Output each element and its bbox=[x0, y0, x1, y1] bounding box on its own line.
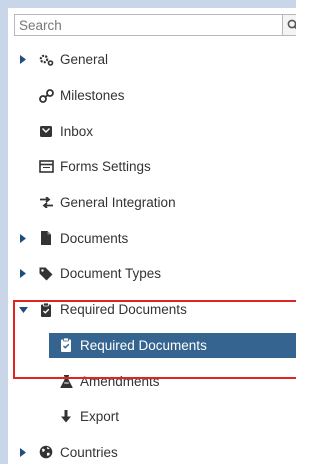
integration-icon bbox=[38, 195, 54, 211]
tree-item-label: Required Documents bbox=[80, 337, 207, 353]
tree-item-required-documents-child[interactable]: Required Documents bbox=[8, 328, 296, 364]
clipboard-icon bbox=[58, 337, 74, 353]
tree-item-export[interactable]: Export bbox=[8, 399, 296, 435]
tree-item-label: Milestones bbox=[60, 88, 125, 104]
tree-item-label: Documents bbox=[60, 230, 129, 246]
tree-item-label: Forms Settings bbox=[60, 159, 151, 175]
search-button[interactable] bbox=[282, 15, 296, 35]
globe-icon bbox=[38, 444, 54, 460]
cogs-icon bbox=[38, 52, 54, 68]
inbox-icon bbox=[38, 123, 54, 139]
tree-item-countries[interactable]: Countries bbox=[8, 435, 296, 464]
caret-right-icon[interactable] bbox=[18, 269, 28, 279]
search-icon bbox=[287, 19, 296, 30]
caret-right-icon[interactable] bbox=[18, 233, 28, 243]
clipboard-icon bbox=[38, 302, 54, 318]
forms-icon bbox=[38, 159, 54, 175]
tree-item-forms-settings[interactable]: Forms Settings bbox=[8, 149, 296, 185]
tree-item-label: Required Documents bbox=[60, 302, 187, 318]
caret-right-icon[interactable] bbox=[18, 55, 28, 65]
navigation-tree: General Milestones Inbox Forms Settings … bbox=[8, 42, 296, 464]
tree-item-label: Export bbox=[80, 409, 120, 425]
tree-item-inbox[interactable]: Inbox bbox=[8, 113, 296, 149]
tree-item-milestones[interactable]: Milestones bbox=[8, 78, 296, 114]
tag-icon bbox=[38, 266, 54, 282]
tree-item-label: General bbox=[60, 52, 109, 68]
tree-item-general-integration[interactable]: General Integration bbox=[8, 185, 296, 221]
tree-item-required-documents[interactable]: Required Documents bbox=[8, 292, 296, 328]
tree-item-documents[interactable]: Documents bbox=[8, 220, 296, 256]
side-panel: General Milestones Inbox Forms Settings … bbox=[0, 0, 296, 464]
tree-item-amendments[interactable]: Amendments bbox=[8, 363, 296, 399]
milestones-icon bbox=[38, 88, 54, 104]
tree-item-label: Inbox bbox=[60, 123, 94, 139]
tree-item-label: General Integration bbox=[60, 195, 176, 211]
caret-right-icon[interactable] bbox=[18, 447, 28, 457]
search-input[interactable] bbox=[15, 15, 277, 35]
tree-item-general[interactable]: General bbox=[8, 42, 296, 78]
caret-down-icon[interactable] bbox=[18, 305, 28, 315]
arrow-down-icon bbox=[58, 409, 74, 425]
tree-item-label: Amendments bbox=[80, 373, 160, 389]
tree-item-document-types[interactable]: Document Types bbox=[8, 256, 296, 292]
search-box bbox=[14, 14, 296, 36]
tree-item-label: Countries bbox=[60, 444, 118, 460]
flask-icon bbox=[58, 373, 74, 389]
document-icon bbox=[38, 230, 54, 246]
tree-item-label: Document Types bbox=[60, 266, 162, 282]
